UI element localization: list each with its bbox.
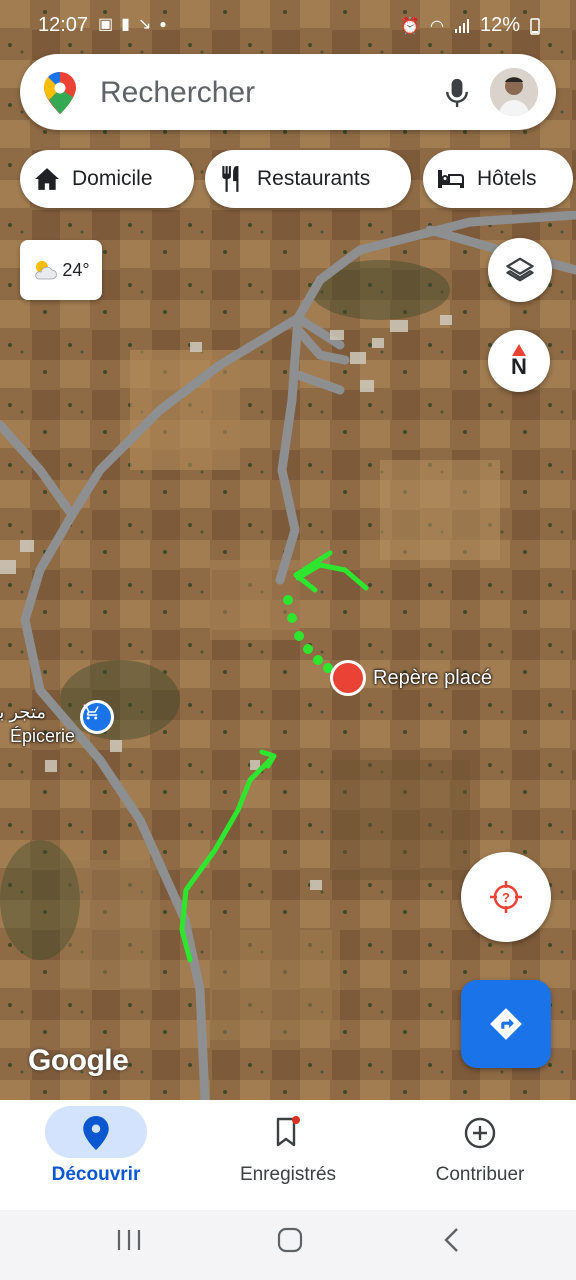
recent-apps-icon[interactable]: [116, 1228, 142, 1252]
add-circle-icon: [464, 1117, 496, 1149]
compass-letter: N: [511, 354, 527, 379]
home-nav-icon[interactable]: [277, 1227, 303, 1253]
dot-icon: ●: [159, 17, 167, 31]
battery-icon: [530, 17, 540, 35]
directions-button[interactable]: [461, 980, 551, 1068]
bookmark-icon: [276, 1116, 300, 1147]
chip-restaurants-label: Restaurants: [257, 167, 371, 190]
layers-icon: [506, 257, 534, 282]
restaurant-icon: [222, 166, 239, 192]
directions-icon: [490, 1008, 522, 1040]
missed-call-icon: ↘: [137, 16, 152, 33]
chip-restaurants[interactable]: Restaurants: [205, 150, 411, 208]
nav-contribute-label: Contribuer: [435, 1164, 525, 1185]
avatar-photo: [490, 68, 538, 116]
grocery-store-marker[interactable]: [80, 700, 114, 734]
svg-text:?: ?: [502, 890, 510, 905]
chip-home[interactable]: Domicile: [20, 150, 194, 208]
nav-saved-label: Enregistrés: [239, 1164, 337, 1185]
search-placeholder: Rechercher: [100, 76, 256, 109]
system-navigation-bar: [0, 1210, 576, 1280]
chip-hotels[interactable]: Hôtels: [423, 150, 573, 208]
location-target-icon: ?: [490, 881, 522, 913]
nav-saved[interactable]: Enregistrés: [192, 1100, 384, 1210]
wifi-icon: ◠: [430, 17, 444, 35]
google-maps-logo-icon: [44, 72, 76, 114]
home-icon: [35, 168, 59, 190]
partly-cloudy-icon: [35, 261, 58, 280]
chip-home-label: Domicile: [72, 167, 153, 190]
hotel-icon: [438, 170, 464, 188]
store-label: Épicerie: [10, 726, 76, 746]
search-bar[interactable]: Rechercher: [20, 54, 556, 130]
nav-contribute[interactable]: Contribuer: [384, 1100, 576, 1210]
nav-explore-label: Découvrir: [51, 1164, 141, 1185]
account-avatar[interactable]: [490, 68, 538, 116]
dropped-pin-label: Repère placé: [373, 667, 492, 689]
signal-icon: [454, 18, 469, 33]
battery-percent: 12%: [479, 14, 520, 36]
photo-icon: ▣: [98, 16, 114, 33]
my-location-button[interactable]: ?: [461, 852, 551, 942]
status-time: 12:07: [38, 14, 89, 36]
store-label-arabic: متجر بقالة: [0, 702, 46, 722]
shopping-cart-icon: [83, 704, 99, 720]
google-watermark: Google: [28, 1044, 129, 1077]
status-bar: 12:07 ▣ ▮ ↘ ● ⏰ ◠ 12%: [0, 0, 576, 50]
weather-temperature: 24°: [62, 259, 90, 280]
compass-button[interactable]: N: [488, 330, 550, 392]
nav-explore[interactable]: Découvrir: [0, 1100, 192, 1210]
weather-widget[interactable]: 24°: [20, 240, 102, 300]
alarm-icon: ⏰: [400, 17, 420, 35]
layers-button[interactable]: [488, 238, 552, 302]
microphone-icon[interactable]: [444, 76, 470, 110]
bottom-navigation: Découvrir Enregistrés Contribuer: [0, 1100, 576, 1210]
dropped-pin-marker[interactable]: [330, 660, 366, 696]
alert-icon: ▮: [121, 16, 130, 33]
chip-hotels-label: Hôtels: [477, 167, 537, 190]
location-pin-icon: [83, 1116, 109, 1150]
back-icon[interactable]: [443, 1227, 461, 1253]
